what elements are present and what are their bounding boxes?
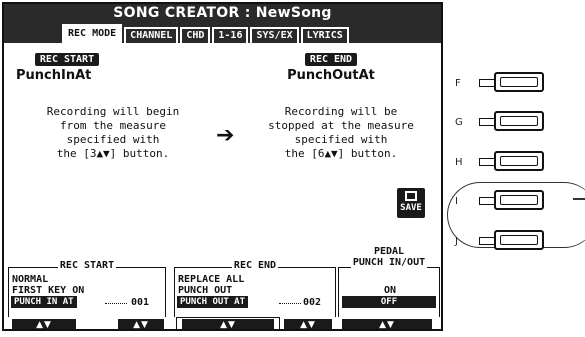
rec-start-column: REC START PunchInAt [16, 47, 206, 83]
pedal-punch-group-title: PEDAL PUNCH IN/OUT [350, 246, 428, 268]
tab-lyrics[interactable]: LYRICS [300, 27, 349, 43]
button-label-j: J [455, 236, 458, 247]
panel-button-g[interactable] [494, 111, 544, 131]
button-label-h: H [455, 157, 463, 168]
button-4-5-updown-icon[interactable]: ▲▼ [182, 319, 274, 329]
desc-line: the [6▲▼] button. [284, 147, 398, 160]
panel-button-i[interactable] [494, 190, 544, 210]
pedal-option-off[interactable]: OFF [342, 296, 436, 308]
button-label-i: I [455, 196, 458, 207]
desc-line: Recording will begin [46, 105, 180, 118]
rec-end-option-punch-out-at[interactable]: PUNCH OUT AT [177, 296, 249, 308]
callout-line [573, 198, 585, 200]
rec-end-group-title: REC END [231, 260, 279, 271]
pedal-punch-group: PEDAL PUNCH IN/OUT ON OFF [338, 246, 440, 317]
rec-start-option-normal[interactable]: NORMAL [12, 274, 48, 285]
panel-button-j[interactable] [494, 230, 544, 250]
button-3-updown-icon[interactable]: ▲▼ [118, 319, 164, 329]
tab-chd[interactable]: CHD [180, 27, 211, 43]
button-label-g: G [455, 117, 463, 128]
right-arrow-icon: ➔ [216, 123, 235, 148]
desc-line: from the measure [60, 119, 166, 132]
bottom-parameter-bar: REC START NORMAL FIRST KEY ON PUNCH IN A… [4, 246, 441, 329]
button-7-8-updown-icon[interactable]: ▲▼ [342, 319, 432, 329]
main-area: REC START PunchInAt REC END PunchOutAt R… [4, 43, 441, 253]
rec-end-badge: REC END [304, 53, 358, 66]
rec-end-column: REC END PunchOutAt [236, 47, 426, 83]
tab-bar: REC MODE CHANNEL CHD 1-16 SYS/EX LYRICS [4, 23, 441, 43]
rec-end-param: PunchOutAt [287, 68, 375, 83]
window-title: SONG CREATOR : NewSong [4, 4, 441, 23]
desc-line: stopped at the measure [268, 119, 414, 132]
rec-end-description: Recording will be stopped at the measure… [246, 105, 436, 161]
tab-sys-ex[interactable]: SYS/EX [250, 27, 299, 43]
rec-end-option-replace-all[interactable]: REPLACE ALL [178, 274, 244, 285]
desc-line: specified with [66, 133, 160, 146]
button-1-updown-icon[interactable]: ▲▼ [12, 319, 76, 329]
rec-start-badge: REC START [34, 53, 100, 66]
rec-start-description: Recording will begin from the measure sp… [18, 105, 208, 161]
button-6-updown-icon[interactable]: ▲▼ [284, 319, 332, 329]
leader-dots [105, 303, 127, 304]
tab-rec-mode[interactable]: REC MODE [62, 24, 123, 43]
rec-start-group: REC START NORMAL FIRST KEY ON PUNCH IN A… [8, 260, 166, 317]
lcd-screen: SONG CREATOR : NewSong REC MODE CHANNEL … [2, 2, 443, 331]
desc-line: Recording will be [284, 105, 398, 118]
button-stem [479, 118, 495, 126]
rec-start-option-punch-in-at[interactable]: PUNCH IN AT [11, 296, 77, 308]
button-stem [479, 79, 495, 87]
rec-start-param: PunchInAt [16, 68, 92, 83]
leader-dots [279, 303, 301, 304]
save-label: SAVE [400, 203, 422, 213]
rec-end-group: REC END REPLACE ALL PUNCH OUT PUNCH OUT … [174, 260, 336, 317]
button-stem [479, 237, 495, 245]
pedal-option-on[interactable]: ON [342, 285, 438, 296]
panel-button-f[interactable] [494, 72, 544, 92]
button-stem [479, 197, 495, 205]
tab-1-16[interactable]: 1-16 [212, 27, 249, 43]
save-button[interactable]: SAVE [397, 188, 425, 218]
rec-end-option-punch-out[interactable]: PUNCH OUT [178, 285, 232, 296]
punch-in-measure-value: 001 [131, 297, 150, 308]
button-label-f: F [455, 78, 461, 89]
button-stem [479, 158, 495, 166]
punch-out-measure-value: 002 [303, 297, 322, 308]
panel-button-h[interactable] [494, 151, 544, 171]
rec-start-option-first-key-on[interactable]: FIRST KEY ON [12, 285, 84, 296]
rec-start-group-title: REC START [57, 260, 117, 271]
tab-channel[interactable]: CHANNEL [124, 27, 179, 43]
desc-line: the [3▲▼] button. [56, 147, 170, 160]
desc-line: specified with [294, 133, 388, 146]
floppy-disk-icon [405, 191, 417, 201]
